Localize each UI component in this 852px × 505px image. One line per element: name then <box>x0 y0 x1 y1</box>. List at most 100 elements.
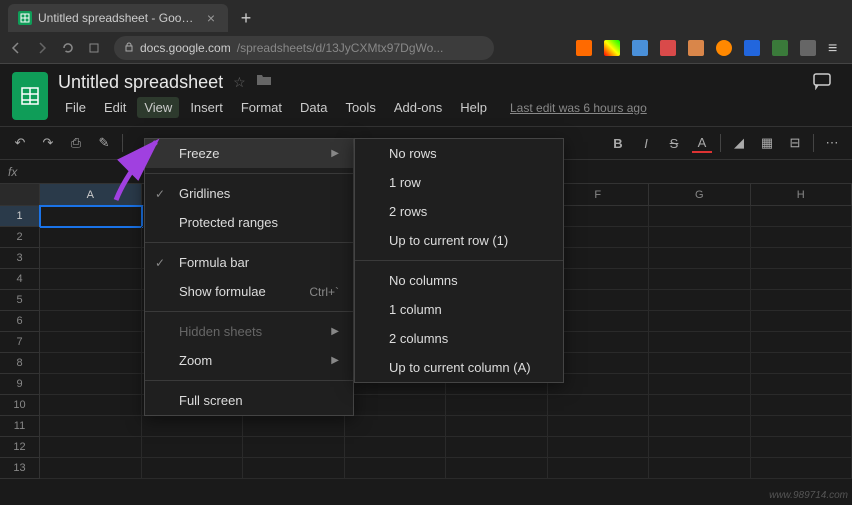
menu-zoom[interactable]: Zoom▶ <box>145 346 353 375</box>
menu-freeze[interactable]: Freeze▶ <box>145 139 353 168</box>
home-button[interactable] <box>86 40 102 56</box>
col-header[interactable]: H <box>751 184 852 206</box>
freeze-up-to-col[interactable]: Up to current column (A) <box>355 353 563 382</box>
cell[interactable] <box>649 416 751 437</box>
cell[interactable] <box>548 416 650 437</box>
freeze-1-col[interactable]: 1 column <box>355 295 563 324</box>
cell[interactable] <box>751 395 852 416</box>
menu-full-screen[interactable]: Full screen <box>145 386 353 415</box>
cell[interactable] <box>649 353 751 374</box>
ext-icon[interactable] <box>604 40 620 56</box>
cell[interactable] <box>40 395 142 416</box>
cell[interactable] <box>548 395 650 416</box>
last-edit-link[interactable]: Last edit was 6 hours ago <box>510 101 647 115</box>
cell[interactable] <box>649 311 751 332</box>
cell[interactable] <box>446 458 548 479</box>
row-header[interactable]: 13 <box>0 458 40 479</box>
cell[interactable] <box>751 374 852 395</box>
star-icon[interactable]: ☆ <box>233 74 246 91</box>
row-header[interactable]: 10 <box>0 395 40 416</box>
cell[interactable] <box>446 437 548 458</box>
menu-data[interactable]: Data <box>293 97 334 118</box>
cell[interactable] <box>446 416 548 437</box>
cell[interactable] <box>548 437 650 458</box>
freeze-2-cols[interactable]: 2 columns <box>355 324 563 353</box>
menu-gridlines[interactable]: ✓Gridlines <box>145 179 353 208</box>
freeze-2-rows[interactable]: 2 rows <box>355 197 563 226</box>
cell[interactable] <box>649 290 751 311</box>
cell[interactable] <box>751 269 852 290</box>
ext-icon[interactable] <box>632 40 648 56</box>
menu-edit[interactable]: Edit <box>97 97 133 118</box>
cell[interactable] <box>40 332 142 353</box>
folder-icon[interactable] <box>256 73 272 92</box>
cell[interactable] <box>142 458 244 479</box>
forward-button[interactable] <box>34 40 50 56</box>
cell[interactable] <box>751 437 852 458</box>
cell[interactable] <box>40 227 142 248</box>
row-header[interactable]: 1 <box>0 206 40 227</box>
cell[interactable] <box>649 269 751 290</box>
cell[interactable] <box>345 458 447 479</box>
cell[interactable] <box>751 416 852 437</box>
browser-tab[interactable]: Untitled spreadsheet - Google Sh... × <box>8 4 228 32</box>
cell[interactable] <box>40 290 142 311</box>
menu-hidden-sheets[interactable]: Hidden sheets▶ <box>145 317 353 346</box>
ext-icon[interactable] <box>688 40 704 56</box>
cell[interactable] <box>751 458 852 479</box>
cell[interactable] <box>649 374 751 395</box>
freeze-no-cols[interactable]: No columns <box>355 266 563 295</box>
cell[interactable] <box>751 248 852 269</box>
col-header[interactable]: G <box>649 184 751 206</box>
cell[interactable] <box>40 374 142 395</box>
cell[interactable] <box>751 353 852 374</box>
freeze-no-rows[interactable]: No rows <box>355 139 563 168</box>
ext-icon[interactable] <box>660 40 676 56</box>
cell[interactable] <box>243 416 345 437</box>
cell[interactable] <box>649 458 751 479</box>
cell[interactable] <box>40 206 142 227</box>
row-header[interactable]: 12 <box>0 437 40 458</box>
cell[interactable] <box>548 458 650 479</box>
close-icon[interactable]: × <box>204 11 218 25</box>
row-header[interactable]: 9 <box>0 374 40 395</box>
cell[interactable] <box>649 395 751 416</box>
menu-show-formulae[interactable]: Show formulaeCtrl+` <box>145 277 353 306</box>
text-color-button[interactable]: A <box>692 133 712 153</box>
cell[interactable] <box>649 206 751 227</box>
ext-icon[interactable] <box>716 40 732 56</box>
borders-button[interactable]: ▦ <box>757 133 777 153</box>
cell[interactable] <box>751 311 852 332</box>
cell[interactable] <box>243 458 345 479</box>
cell[interactable] <box>751 227 852 248</box>
merge-button[interactable]: ⊟ <box>785 133 805 153</box>
ext-icon[interactable] <box>744 40 760 56</box>
reload-button[interactable] <box>60 40 76 56</box>
row-header[interactable]: 5 <box>0 290 40 311</box>
cell[interactable] <box>40 353 142 374</box>
doc-title[interactable]: Untitled spreadsheet <box>58 72 223 93</box>
comment-icon[interactable] <box>812 72 832 95</box>
new-tab-button[interactable]: + <box>234 6 258 30</box>
menu-help[interactable]: Help <box>453 97 494 118</box>
menu-formula-bar[interactable]: ✓Formula bar <box>145 248 353 277</box>
url-input[interactable]: docs.google.com/spreadsheets/d/13JyCXMtx… <box>114 36 494 60</box>
back-button[interactable] <box>8 40 24 56</box>
menu-tools[interactable]: Tools <box>338 97 382 118</box>
cell[interactable] <box>40 458 142 479</box>
cell[interactable] <box>751 332 852 353</box>
menu-file[interactable]: File <box>58 97 93 118</box>
cell[interactable] <box>142 416 244 437</box>
cell[interactable] <box>446 395 548 416</box>
strike-button[interactable]: S <box>664 133 684 153</box>
row-header[interactable]: 11 <box>0 416 40 437</box>
freeze-up-to-row[interactable]: Up to current row (1) <box>355 226 563 255</box>
menu-protected-ranges[interactable]: Protected ranges <box>145 208 353 237</box>
menu-insert[interactable]: Insert <box>183 97 230 118</box>
col-header[interactable]: A <box>40 184 142 206</box>
cell[interactable] <box>751 290 852 311</box>
ext-icon[interactable] <box>576 40 592 56</box>
cell[interactable] <box>40 269 142 290</box>
cell[interactable] <box>40 416 142 437</box>
menu-view[interactable]: View <box>137 97 179 118</box>
